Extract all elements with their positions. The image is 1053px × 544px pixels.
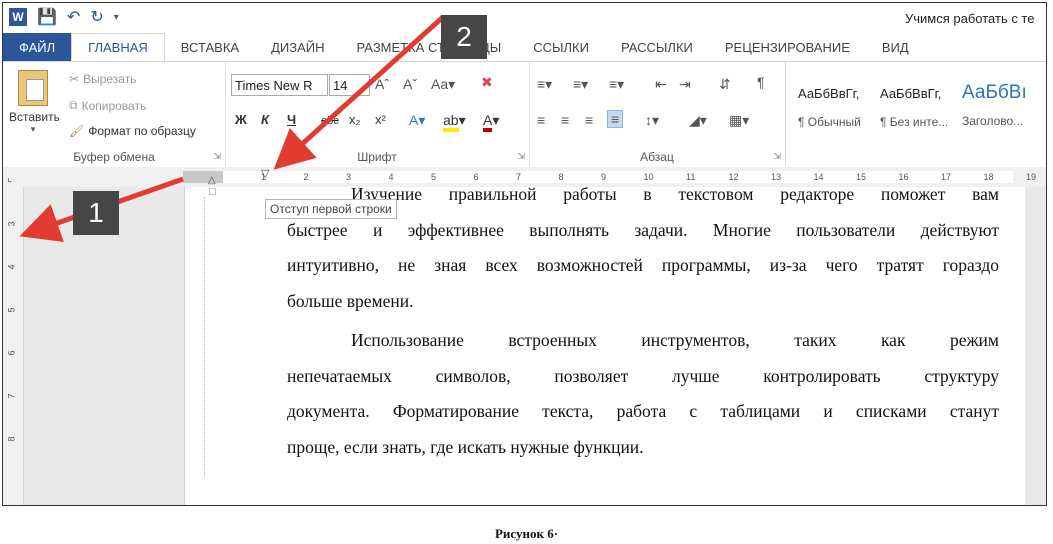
arrow-2-to-indent-marker (273, 15, 445, 170)
annotation-badge-1: 1 (73, 191, 119, 235)
word-window: W 💾 ↶ ↻ ▾ Учимся работать с те ФАЙЛ ГЛАВ… (2, 2, 1047, 506)
annotation-arrows (19, 15, 445, 242)
figure-caption: Рисунок 6· (494, 526, 559, 541)
annotation-badge-2: 2 (441, 15, 487, 59)
